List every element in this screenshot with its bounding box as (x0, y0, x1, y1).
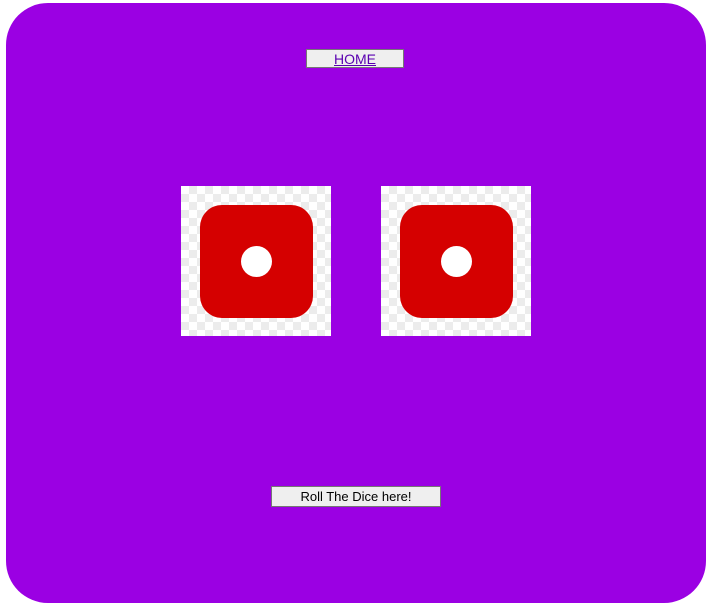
dice-image-1 (181, 186, 331, 336)
home-button[interactable]: HOME (306, 49, 404, 68)
die-pip (441, 246, 472, 277)
die-face-1-icon (400, 205, 513, 318)
die-face-1-icon (200, 205, 313, 318)
die-pip (241, 246, 272, 277)
app-panel: HOME Roll The Dice here! (6, 3, 706, 603)
dice-image-2 (381, 186, 531, 336)
roll-dice-button[interactable]: Roll The Dice here! (271, 486, 441, 507)
